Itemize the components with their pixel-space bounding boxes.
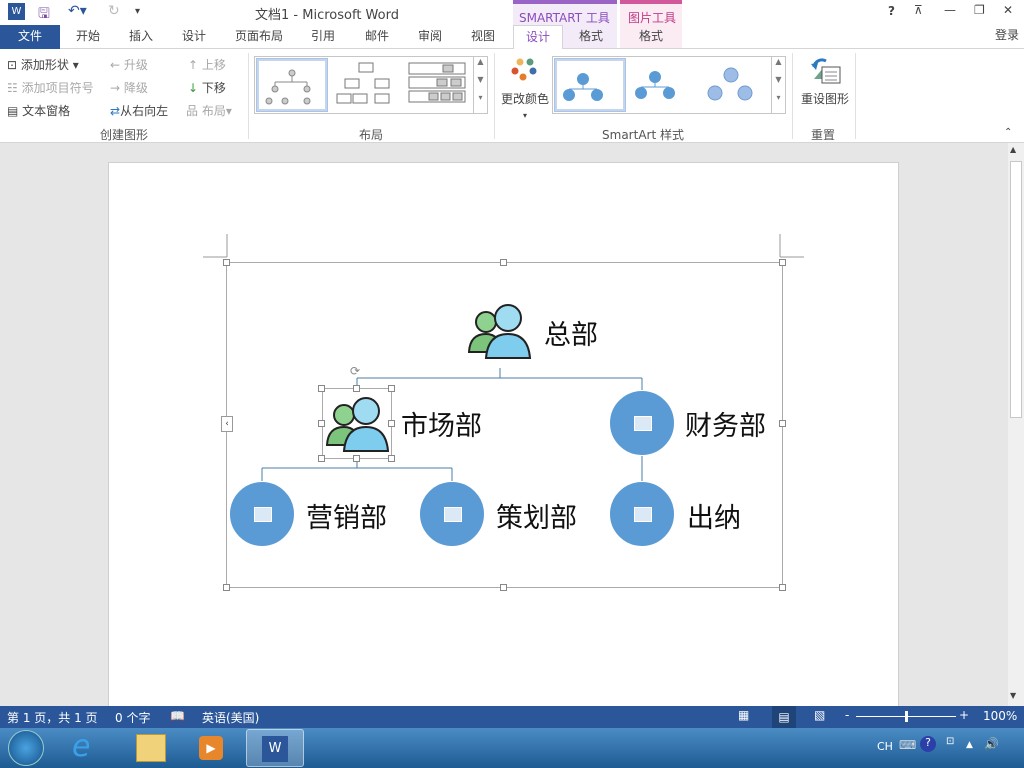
- resize-handle[interactable]: [318, 455, 325, 462]
- zoom-out-button[interactable]: -: [845, 708, 849, 722]
- node-planning[interactable]: 策划部: [496, 496, 577, 535]
- status-bar: 第 1 页，共 1 页 0 个字 📖 英语(美国) ▦ ▤ ▧ - + 100%: [0, 706, 1024, 728]
- taskbar: e ▶ W CH ⌨ ? ⊡ ▲ 🔊: [0, 728, 1024, 768]
- zoom-level[interactable]: 100%: [983, 709, 1017, 723]
- keyboard-icon[interactable]: ⌨: [899, 738, 916, 752]
- print-layout-icon[interactable]: ▤: [772, 706, 796, 728]
- language[interactable]: 英语(美国): [202, 709, 259, 726]
- proofing-icon[interactable]: 📖: [170, 709, 185, 723]
- word-icon: W: [262, 736, 288, 762]
- word-taskbar-button[interactable]: W: [246, 729, 304, 767]
- read-mode-icon[interactable]: ▦: [738, 708, 749, 722]
- page-count[interactable]: 第 1 页，共 1 页: [7, 709, 98, 726]
- ie-icon[interactable]: e: [72, 729, 90, 764]
- node-cashier[interactable]: 出纳: [687, 496, 741, 535]
- vertical-scrollbar[interactable]: ▲ ▼: [1008, 143, 1024, 706]
- start-button[interactable]: [8, 730, 44, 766]
- ime-indicator[interactable]: CH: [877, 740, 893, 753]
- resize-handle[interactable]: [353, 455, 360, 462]
- node-finance[interactable]: 财务部: [685, 404, 766, 443]
- tray-expand-icon[interactable]: ▲: [966, 740, 973, 750]
- picture-placeholder-icon[interactable]: [634, 507, 652, 522]
- resize-handle[interactable]: [353, 385, 360, 392]
- sales-node-circle[interactable]: [229, 481, 295, 547]
- finance-node-circle[interactable]: [609, 390, 675, 456]
- root-node-users-icon[interactable]: [466, 300, 532, 362]
- node-root[interactable]: 总部: [544, 313, 598, 352]
- explorer-icon[interactable]: [136, 734, 166, 762]
- resize-handle[interactable]: [388, 385, 395, 392]
- scroll-thumb[interactable]: [1010, 161, 1022, 418]
- scroll-up-icon[interactable]: ▲: [1010, 145, 1016, 154]
- volume-icon[interactable]: 🔊: [984, 737, 999, 751]
- scroll-down-icon[interactable]: ▼: [1010, 691, 1016, 700]
- node-market[interactable]: 市场部: [401, 404, 482, 443]
- cashier-node-circle[interactable]: [609, 481, 675, 547]
- picture-placeholder-icon[interactable]: [444, 507, 462, 522]
- planning-node-circle[interactable]: [419, 481, 485, 547]
- picture-placeholder-icon[interactable]: [254, 507, 272, 522]
- resize-handle[interactable]: [318, 385, 325, 392]
- web-layout-icon[interactable]: ▧: [814, 708, 825, 722]
- media-player-icon[interactable]: ▶: [199, 736, 223, 760]
- resize-handle[interactable]: [388, 455, 395, 462]
- node-sales[interactable]: 营销部: [306, 496, 387, 535]
- picture-placeholder-icon[interactable]: [634, 416, 652, 431]
- word-count[interactable]: 0 个字: [115, 709, 150, 726]
- zoom-slider-thumb[interactable]: [905, 711, 908, 722]
- rotate-handle-icon[interactable]: ⟳: [350, 364, 360, 378]
- market-node-users-icon[interactable]: [324, 393, 390, 455]
- network-icon[interactable]: ⊡: [946, 736, 954, 747]
- help-tray-icon[interactable]: ?: [920, 736, 936, 752]
- zoom-in-button[interactable]: +: [959, 708, 969, 722]
